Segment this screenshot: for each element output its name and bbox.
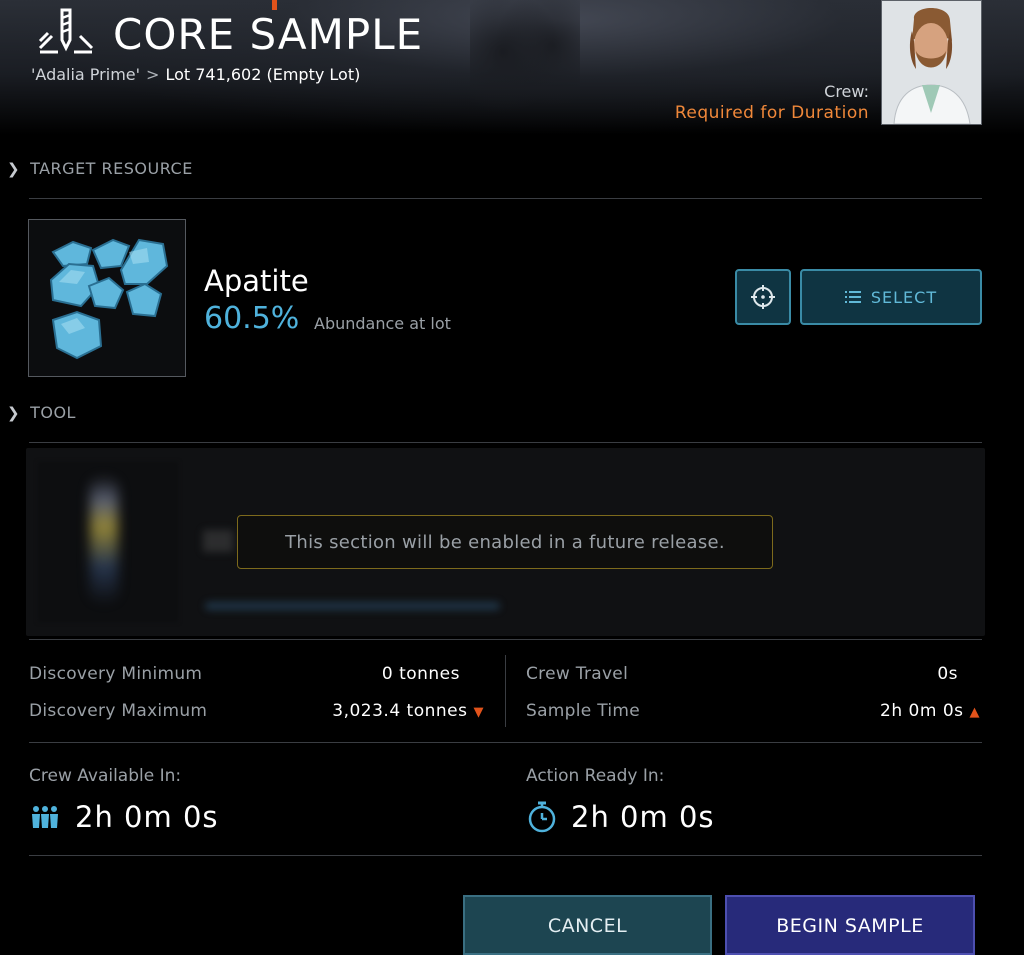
crosshair-icon [751, 285, 775, 309]
action-ready-label: Action Ready In: [526, 766, 665, 786]
divider [29, 742, 982, 743]
discovery-minimum-value: 0 tonnes [381, 664, 460, 684]
discovery-minimum-label: Discovery Minimum [29, 664, 203, 684]
stats-vertical-divider [505, 655, 506, 727]
resource-thumbnail [28, 219, 186, 377]
cancel-button[interactable]: CANCEL [463, 895, 712, 955]
discovery-maximum-value: 3,023.4 tonnes [332, 701, 468, 721]
sample-time: 2h 0m 0s ▲ [880, 701, 980, 721]
crew-icon [32, 806, 58, 828]
section-tool[interactable]: ❯ TOOL [7, 403, 76, 422]
resource-abundance-label: Abundance at lot [314, 314, 451, 333]
list-icon [844, 291, 861, 303]
resource-name: Apatite [204, 264, 309, 298]
sample-time-value: 2h 0m 0s [880, 701, 964, 721]
select-resource-button[interactable]: SELECT [800, 269, 982, 325]
crew-label: Crew: [824, 82, 869, 101]
chevron-right-icon: ❯ [7, 160, 21, 178]
crew-travel-label: Crew Travel [526, 664, 629, 684]
crew-portrait-icon [882, 1, 981, 124]
core-drill-icon [38, 8, 94, 54]
begin-sample-button[interactable]: BEGIN SAMPLE [725, 895, 975, 955]
chevron-right-icon: ❯ [7, 404, 21, 422]
divider [29, 639, 982, 640]
target-resource-button[interactable] [735, 269, 791, 325]
apatite-crystal-icon [49, 238, 169, 360]
crew-travel-value: 0s [937, 664, 958, 684]
crew-available-value: 2h 0m 0s [75, 800, 219, 834]
increase-triangle-icon: ▲ [969, 705, 980, 720]
discovery-maximum-label: Discovery Maximum [29, 701, 208, 721]
tool-subtitle-blurred [205, 602, 500, 610]
crew-requirement: Required for Duration [674, 103, 869, 123]
divider [29, 442, 982, 443]
divider [29, 198, 982, 199]
breadcrumb: 'Adalia Prime' > Lot 741,602 (Empty Lot) [31, 65, 360, 84]
page-title: CORE SAMPLE [113, 10, 424, 59]
breadcrumb-lot: Lot 741,602 (Empty Lot) [165, 65, 361, 84]
divider [29, 855, 982, 856]
section-target-resource[interactable]: ❯ TARGET RESOURCE [7, 159, 193, 178]
banner-figures [470, 0, 580, 130]
crew-available-label: Crew Available In: [29, 766, 182, 786]
decrease-triangle-icon: ▼ [473, 705, 484, 720]
accent-mark [272, 0, 277, 10]
sample-time-label: Sample Time [526, 701, 641, 721]
discovery-maximum: 3,023.4 tonnes ▼ [332, 701, 484, 721]
stopwatch-icon [528, 801, 556, 833]
tool-image-blurred [90, 475, 118, 605]
select-button-label: SELECT [870, 287, 938, 307]
resource-abundance-value: 60.5% [204, 301, 300, 336]
crew-avatar[interactable] [881, 0, 982, 125]
future-release-notice: This section will be enabled in a future… [237, 515, 773, 569]
tool-title-blurred [203, 530, 233, 552]
breadcrumb-separator: > [146, 65, 160, 84]
action-ready-value: 2h 0m 0s [571, 800, 715, 834]
breadcrumb-asteroid[interactable]: 'Adalia Prime' [31, 65, 140, 84]
